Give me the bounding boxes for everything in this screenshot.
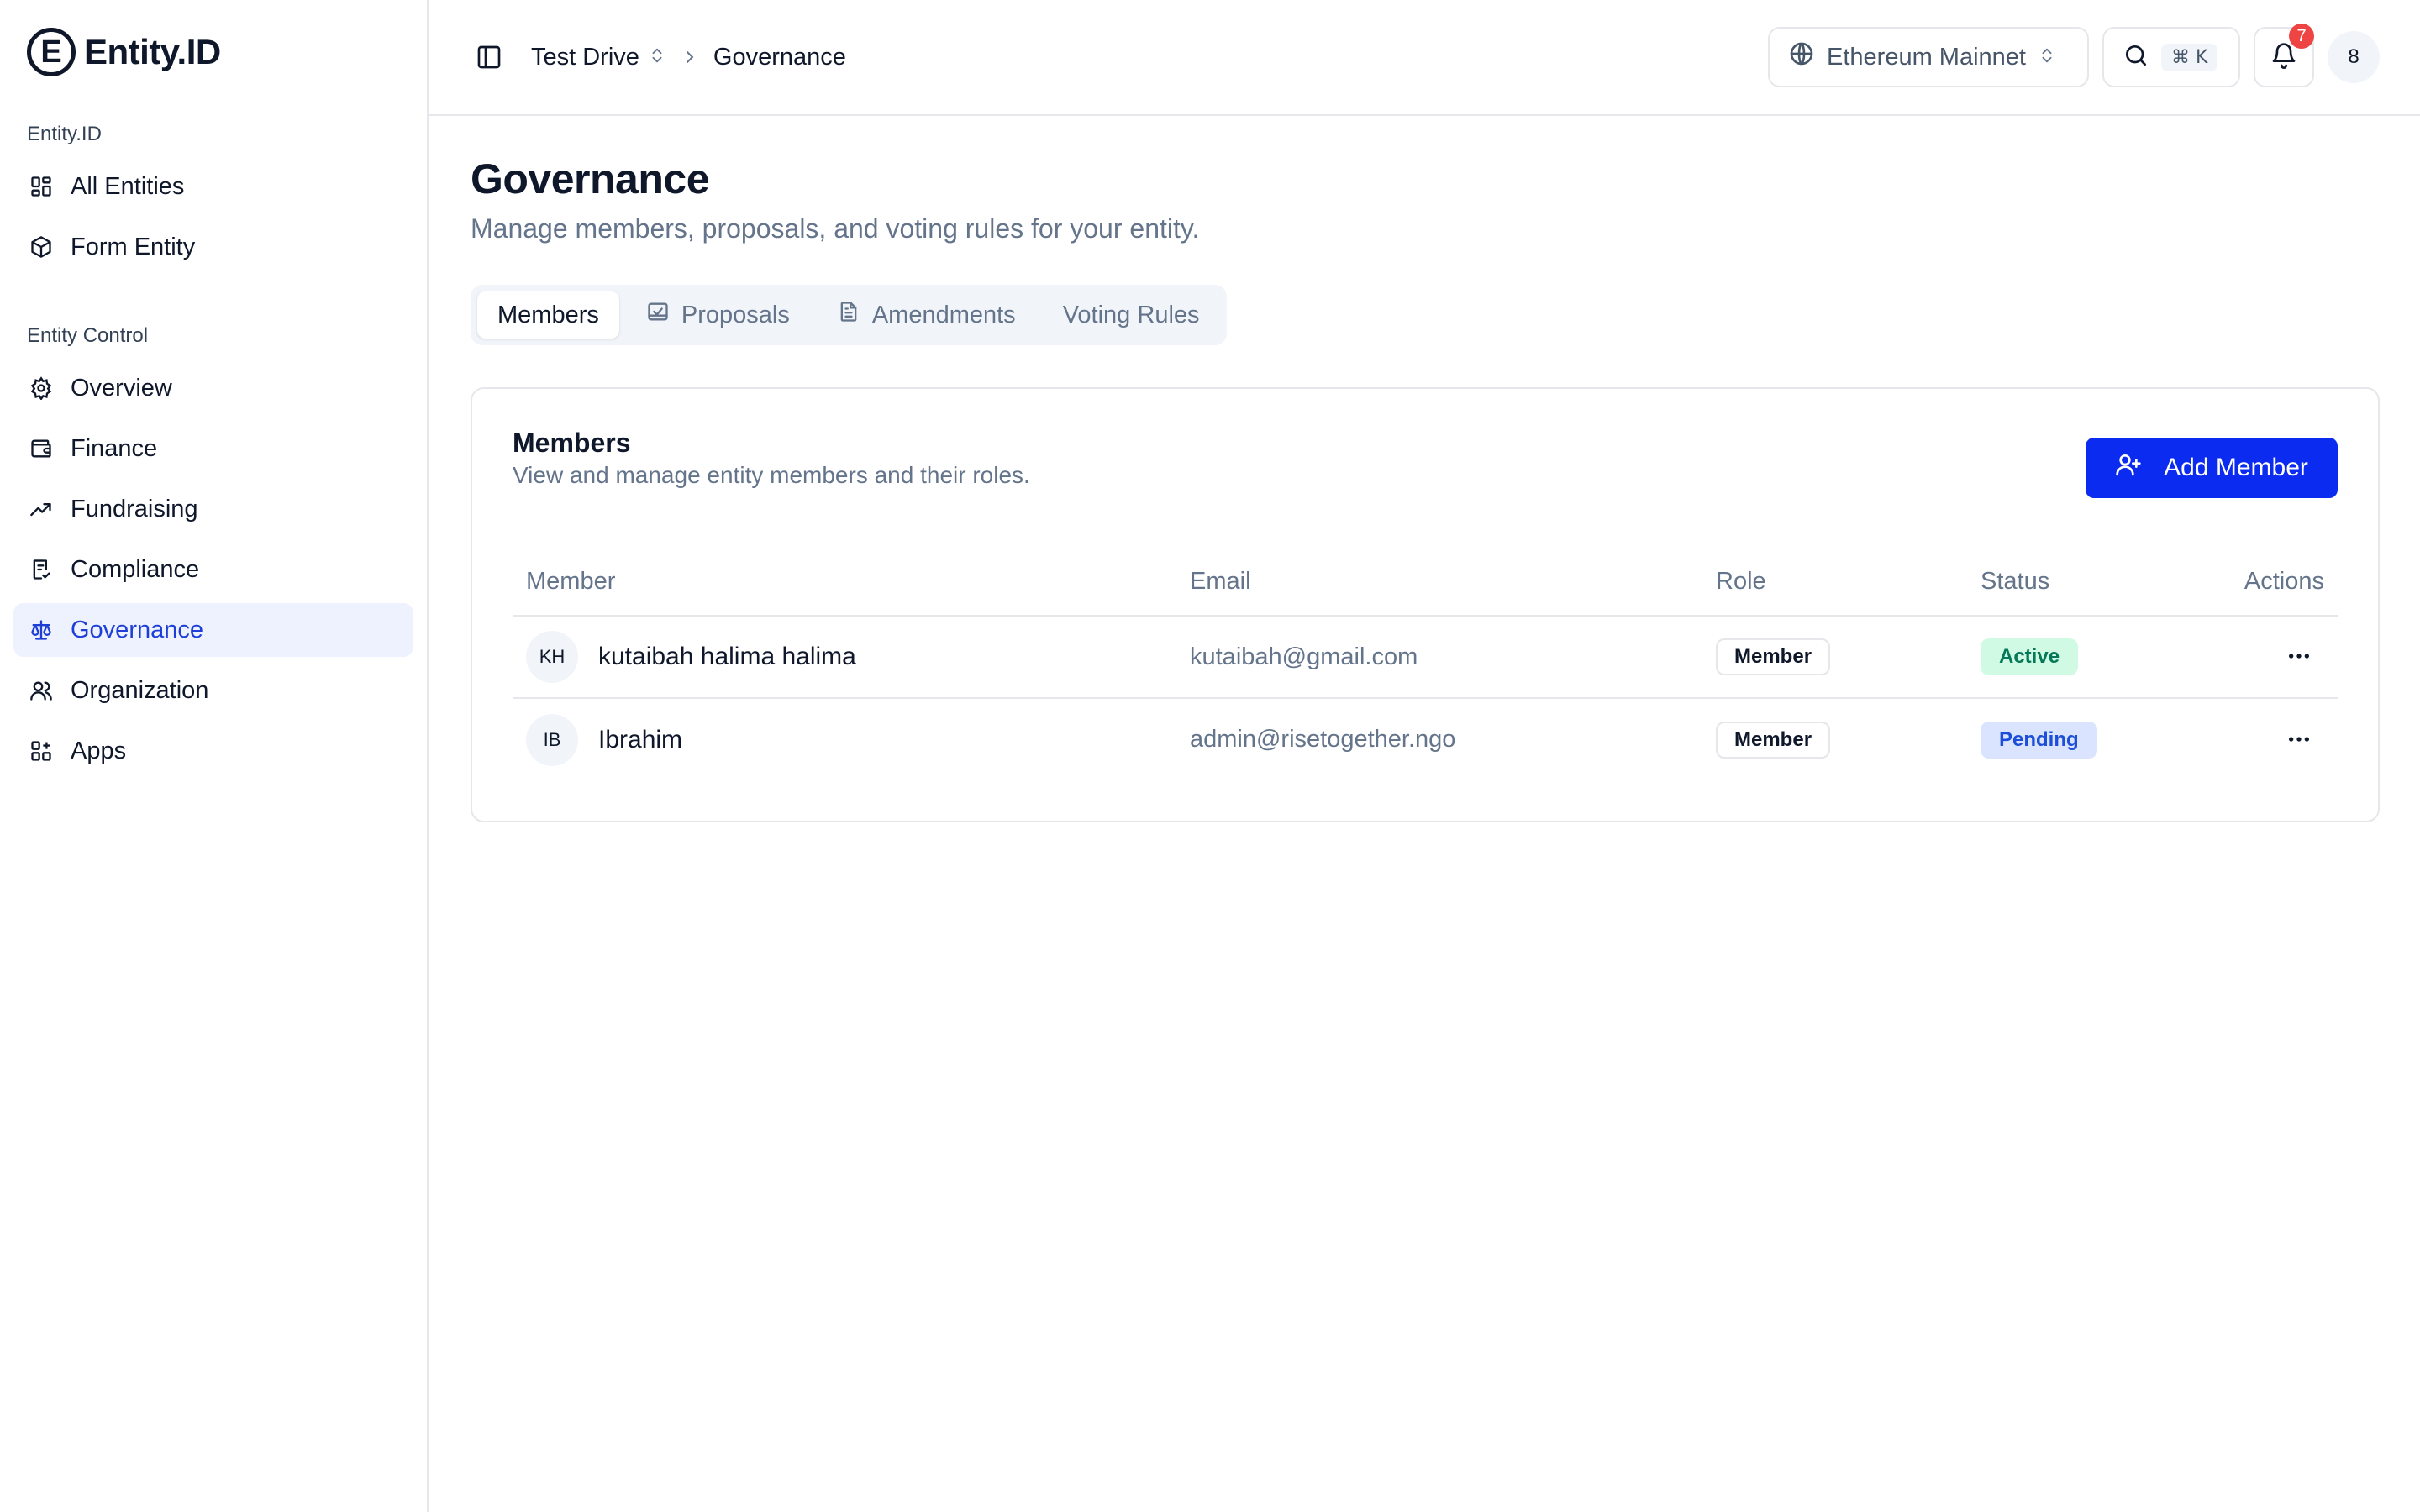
breadcrumb: Test Drive Governance <box>531 44 846 71</box>
more-horizontal-icon[interactable] <box>2274 638 2324 675</box>
members-card-title: Members <box>513 428 631 458</box>
status-badge: Active <box>1981 638 2079 675</box>
sidebar-item-fundraising[interactable]: Fundraising <box>13 482 413 536</box>
page-subtitle: Manage members, proposals, and voting ru… <box>471 213 1200 244</box>
sidebar-item-governance[interactable]: Governance <box>13 603 413 657</box>
tab-label: Voting Rules <box>1062 301 1200 328</box>
sidebar-item-organization[interactable]: Organization <box>13 664 413 717</box>
sidebar-section-label-entity-control: Entity Control <box>27 324 149 347</box>
search-shortcut: ⌘ K <box>2161 43 2218 71</box>
trending-up-icon <box>29 496 54 522</box>
file-text-icon <box>837 300 860 330</box>
sidebar-item-label: All Entities <box>71 172 185 200</box>
sidebar-item-label: Compliance <box>71 555 200 583</box>
status-badge: Pending <box>1981 721 2097 759</box>
sidebar-item-all-entities[interactable]: All Entities <box>13 160 413 213</box>
add-member-button[interactable]: Add Member <box>2086 438 2338 498</box>
column-header-status[interactable]: Status <box>1967 549 2180 617</box>
column-header-member[interactable]: Member <box>513 549 1176 617</box>
chevrons-up-down-icon <box>2038 44 2056 71</box>
notifications-button[interactable]: 7 <box>2254 24 2314 87</box>
sidebar-item-apps[interactable]: Apps <box>13 724 413 778</box>
brand-logo[interactable]: E Entity.ID <box>13 25 413 76</box>
role-badge: Member <box>1716 721 1831 759</box>
sidebar-section-label-entity-id: Entity.ID <box>27 123 102 145</box>
tab-proposals[interactable]: Proposals <box>626 291 810 339</box>
vote-icon <box>646 300 670 330</box>
search-button[interactable]: ⌘ K <box>2102 27 2240 87</box>
avatar: KH <box>526 631 578 683</box>
file-check-icon <box>29 557 54 582</box>
entity-switcher[interactable]: Test Drive <box>531 44 666 71</box>
table-row[interactable]: KH kutaibah halima halima kutaibah@gmail… <box>513 616 2338 699</box>
governance-tabs: Members Proposals Amendments Voting Rule… <box>471 285 1227 345</box>
column-header-role[interactable]: Role <box>1702 549 1967 617</box>
breadcrumb-entity: Test Drive <box>531 43 639 71</box>
user-avatar[interactable]: 8 <box>2328 31 2380 83</box>
wallet-icon <box>29 436 54 461</box>
table-header-row: Member Email Role Status Actions <box>513 549 2338 617</box>
sidebar-item-form-entity[interactable]: Form Entity <box>13 220 413 274</box>
gear-icon <box>29 375 54 401</box>
network-select-value: Ethereum Mainnet <box>1827 43 2026 71</box>
avatar: IB <box>526 713 578 766</box>
members-card: Members View and manage entity members a… <box>471 387 2380 822</box>
page-title: Governance <box>471 155 710 202</box>
page-content: Governance Manage members, proposals, an… <box>429 116 2420 861</box>
scale-icon <box>29 617 54 643</box>
sidebar-item-label: Fundraising <box>71 495 198 522</box>
sidebar-item-finance[interactable]: Finance <box>13 422 413 475</box>
globe-icon <box>1788 40 1815 74</box>
member-name: kutaibah halima halima <box>598 643 856 670</box>
member-email: admin@risetogether.ngo <box>1190 726 1456 753</box>
sidebar-toggle-icon[interactable] <box>471 39 508 76</box>
sidebar-item-label: Form Entity <box>71 233 196 260</box>
sidebar-item-label: Organization <box>71 676 209 704</box>
search-icon <box>2123 42 2149 73</box>
more-horizontal-icon[interactable] <box>2274 721 2324 758</box>
sidebar-item-label: Finance <box>71 434 158 462</box>
user-plus-icon <box>2115 451 2142 485</box>
sidebar-item-label: Governance <box>71 616 203 643</box>
sidebar-item-compliance[interactable]: Compliance <box>13 543 413 596</box>
add-member-label: Add Member <box>2164 454 2308 481</box>
table-row[interactable]: IB Ibrahim admin@risetogether.ngo Member… <box>513 698 2338 780</box>
member-email: kutaibah@gmail.com <box>1176 616 1702 699</box>
member-name: Ibrahim <box>598 725 683 753</box>
topbar: Test Drive Governance Ethereum Mainnet ⌘… <box>429 0 2420 116</box>
sidebar-item-overview[interactable]: Overview <box>13 361 413 415</box>
tab-label: Amendments <box>871 301 1016 328</box>
role-badge: Member <box>1716 638 1831 675</box>
sidebar-item-label: Apps <box>71 737 127 764</box>
app-root: E Entity.ID Entity.ID All Entities Form … <box>0 0 2420 1512</box>
column-header-email[interactable]: Email <box>1176 549 1702 617</box>
sidebar: E Entity.ID Entity.ID All Entities Form … <box>0 0 429 1512</box>
tab-voting-rules[interactable]: Voting Rules <box>1043 291 1220 339</box>
chevrons-up-down-icon <box>648 44 666 71</box>
main-area: Test Drive Governance Ethereum Mainnet ⌘… <box>429 0 2420 1512</box>
chevron-right-icon <box>680 47 700 67</box>
tab-label: Members <box>497 301 599 328</box>
tab-amendments[interactable]: Amendments <box>817 291 1036 339</box>
apps-icon <box>29 738 54 764</box>
column-header-actions: Actions <box>2179 549 2338 617</box>
members-table: Member Email Role Status Actions KH kuta… <box>513 549 2338 780</box>
sidebar-item-label: Overview <box>71 374 172 402</box>
users-icon <box>29 678 54 703</box>
notification-count-badge: 7 <box>2289 24 2314 49</box>
members-card-description: View and manage entity members and their… <box>513 462 1030 488</box>
grid-icon <box>29 174 54 199</box>
tab-label: Proposals <box>681 301 790 328</box>
tab-members[interactable]: Members <box>477 291 619 339</box>
package-icon <box>29 234 54 260</box>
brand-name: Entity.ID <box>84 32 221 71</box>
logo-mark-icon: E <box>27 28 76 76</box>
breadcrumb-current-page: Governance <box>713 43 846 71</box>
network-select[interactable]: Ethereum Mainnet <box>1768 27 2089 87</box>
